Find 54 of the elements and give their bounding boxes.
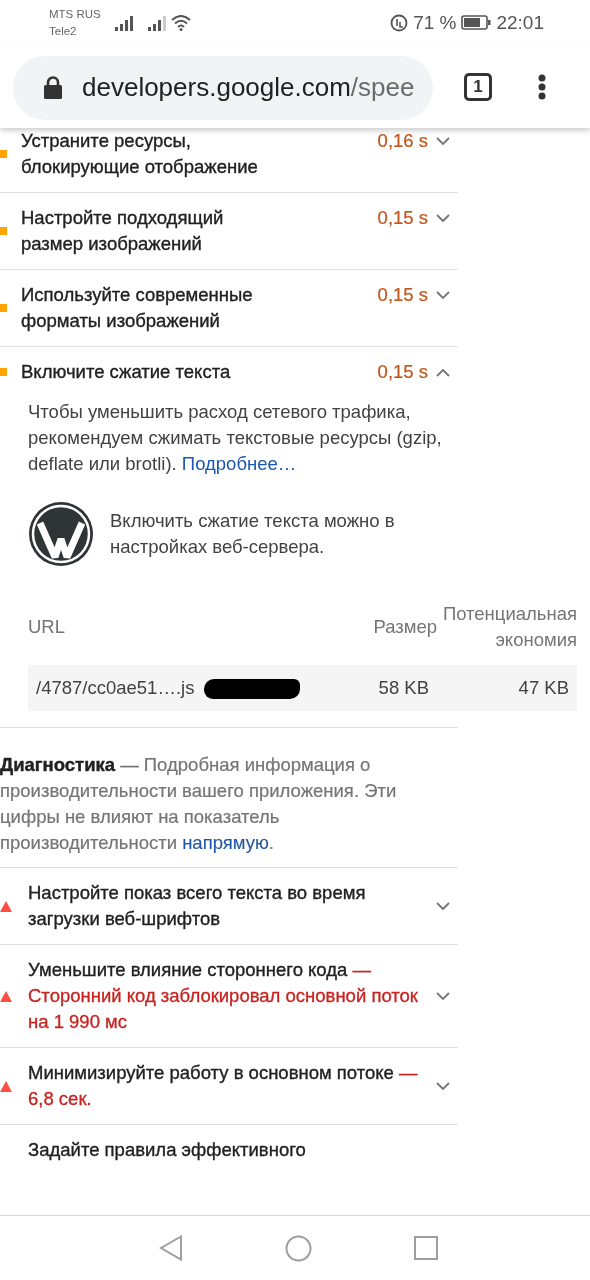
- savings-value: 0,15 s: [377, 360, 428, 384]
- lock-icon: [44, 76, 62, 99]
- carrier-name: Tele2: [49, 23, 78, 39]
- platform-logo-icon: [28, 501, 94, 567]
- home-icon[interactable]: [284, 1234, 312, 1262]
- audit-description: Чтобы уменьшить расход сетевого трафика, рекомендуем сжимать текстовые ресурсы (gzip, deflate или brotli). Подробнее…: [28, 400, 443, 476]
- signal-icon: [147, 14, 167, 31]
- clock-time: 22:01: [496, 11, 544, 34]
- warning-triangle-icon: [0, 1080, 12, 1092]
- chevron-down-icon[interactable]: [436, 1081, 450, 1091]
- chevron-down-icon[interactable]: [436, 214, 450, 223]
- audit-title[interactable]: Настройте показ всего текста во время загрузки веб-шрифтов: [28, 880, 428, 932]
- url-text: /4787/cc0ae51….js: [36, 677, 195, 699]
- wifi-icon: [170, 14, 191, 31]
- audit-title[interactable]: Устраните ресурсы, блокирующие отображение: [21, 128, 266, 180]
- warning-triangle-icon: [0, 900, 12, 912]
- audit-title[interactable]: Используйте современные форматы изображений: [21, 282, 266, 334]
- chevron-up-icon[interactable]: [436, 368, 450, 377]
- warning-triangle-icon: [0, 990, 12, 1002]
- learn-more-link[interactable]: Подробнее…: [181, 453, 297, 474]
- table-cell: 58 KB: [359, 665, 437, 711]
- savings-value: 0,15 s: [377, 206, 428, 230]
- battery-icon: [461, 15, 492, 30]
- audit-title[interactable]: Задайте правила эффективного: [28, 1137, 458, 1163]
- carrier-name: MTS RUS: [49, 6, 101, 22]
- audit-title[interactable]: Уменьшите влияние стороннего кода — Сторонний код заблокировал основной поток на 1 990 мс: [28, 957, 428, 1035]
- menu-icon[interactable]: [538, 73, 546, 100]
- tab-switcher-button[interactable]: 1: [464, 72, 492, 101]
- stack-note: Включить сжатие текста можно в настройках веб-сервера.: [110, 509, 396, 559]
- diagnostics-description: Диагностика — Подробная информация о производительности вашего приложения. Эти цифры не влияют на показатель производительности напрямую.: [0, 753, 398, 855]
- signal-icon: [114, 14, 134, 31]
- savings-value: 0,16 s: [377, 129, 428, 153]
- recents-icon[interactable]: [413, 1236, 438, 1260]
- average-marker-icon: [0, 150, 7, 158]
- back-icon[interactable]: [158, 1235, 183, 1261]
- table-cell: 47 KB: [437, 665, 577, 711]
- battery-percent: 71 %: [413, 11, 457, 34]
- audit-title[interactable]: Минимизируйте работу в основном потоке — 6,8 сек.: [28, 1060, 428, 1112]
- average-marker-icon: [0, 227, 7, 235]
- chevron-down-icon[interactable]: [436, 991, 450, 1001]
- savings-value: 0,15 s: [377, 283, 428, 307]
- direct-link[interactable]: напрямую: [182, 832, 269, 853]
- chevron-down-icon[interactable]: [436, 291, 450, 300]
- chevron-down-icon[interactable]: [436, 137, 450, 146]
- column-header: URL: [28, 601, 360, 665]
- data-saver-icon: [390, 13, 409, 32]
- average-marker-icon: [0, 368, 7, 376]
- chevron-down-icon[interactable]: [436, 901, 450, 911]
- address-field[interactable]: developers.google.com/spee: [13, 55, 433, 120]
- audit-title[interactable]: Включите сжатие текста: [21, 359, 351, 385]
- audit-title[interactable]: Настройте подходящий размер изображений: [21, 205, 266, 257]
- column-header: Потенциальная экономия: [437, 601, 577, 665]
- column-header: Размер: [359, 601, 437, 665]
- average-marker-icon: [0, 304, 7, 312]
